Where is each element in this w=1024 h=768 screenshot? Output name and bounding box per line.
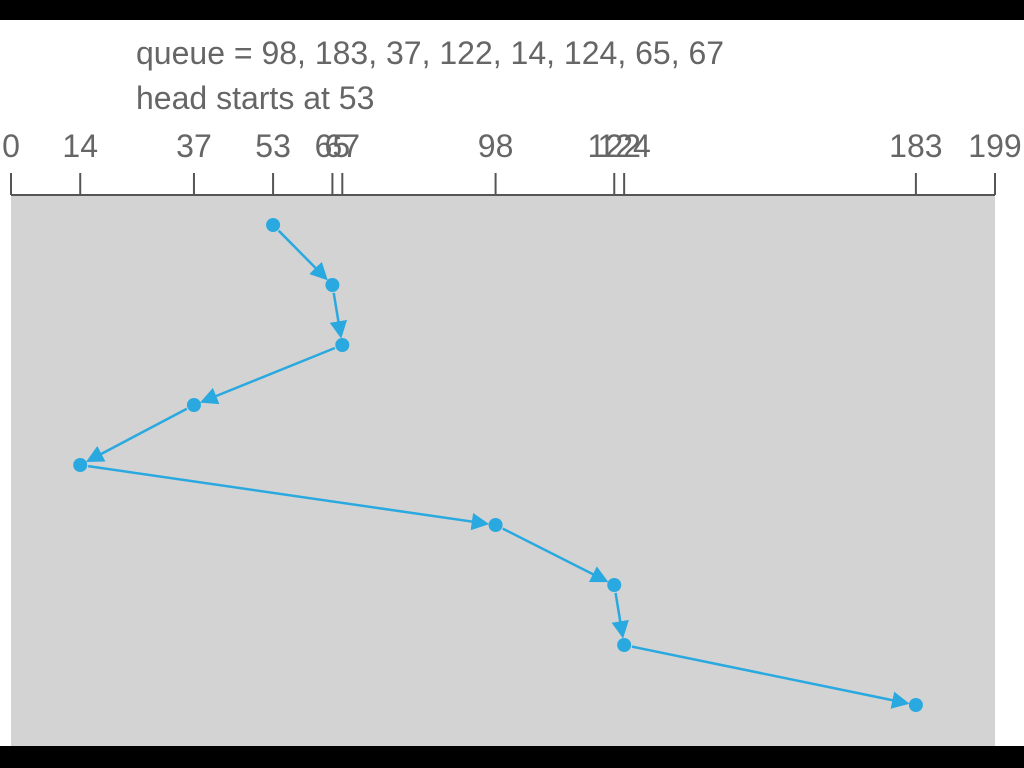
tick-label: 199 (968, 128, 1021, 165)
seek-arrow (503, 529, 606, 581)
head-path-chart (0, 0, 1024, 768)
seek-arrow (334, 293, 341, 335)
seek-point (335, 338, 349, 352)
seek-point (909, 698, 923, 712)
seek-point (73, 458, 87, 472)
seek-point (266, 218, 280, 232)
tick-label: 98 (478, 128, 514, 165)
seek-point (617, 638, 631, 652)
seek-point (607, 578, 621, 592)
tick-label: 67 (324, 128, 360, 165)
seek-arrow (632, 647, 906, 703)
seek-arrow (88, 466, 486, 523)
seek-arrow (279, 231, 326, 278)
seek-point (325, 278, 339, 292)
tick-label: 0 (2, 128, 20, 165)
seek-arrow (89, 409, 187, 461)
tick-label: 183 (889, 128, 942, 165)
tick-label: 53 (255, 128, 291, 165)
seek-arrow (616, 593, 623, 635)
seek-point (187, 398, 201, 412)
tick-label: 14 (62, 128, 98, 165)
tick-label: 124 (597, 128, 650, 165)
seek-point (489, 518, 503, 532)
seek-arrow (203, 348, 335, 401)
tick-label: 37 (176, 128, 212, 165)
